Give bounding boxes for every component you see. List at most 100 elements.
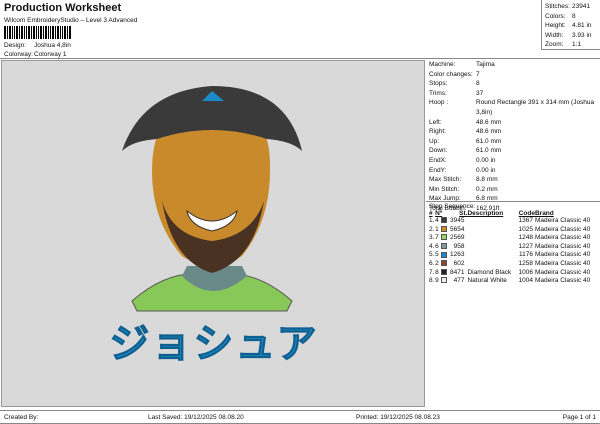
row-stitches: 477 <box>453 277 465 285</box>
info-value: 7 <box>476 70 480 78</box>
design-value: Joshua 4,8in <box>34 42 71 49</box>
row-code: 1227 <box>518 242 533 250</box>
row-no: 1 <box>435 226 448 235</box>
info-row: Down: 61.0 mm <box>429 146 597 156</box>
stop-sequence-table: # Nº St. Description Code Brand 1. 4 3945… <box>429 210 597 286</box>
row-stitches: 1263 <box>450 251 465 259</box>
table-row: 7. 8 8471 Diamond Black 1006 Madeira Classic… <box>429 269 597 278</box>
row-code: 1258 <box>518 259 533 267</box>
needle-number: 9 <box>435 277 439 285</box>
info-label: Max Stitch: <box>429 176 462 184</box>
color-swatch <box>440 268 447 275</box>
row-brand: Madeira Classic 40 <box>534 251 591 259</box>
row-code: 1248 <box>518 234 533 242</box>
info-row: Left: 48.6 mm <box>429 118 597 128</box>
row-no: 9 <box>435 277 448 286</box>
info-value: 61.0 mm <box>476 147 502 155</box>
stat-value: 1:1 <box>572 41 582 48</box>
needle-number: 1 <box>435 225 439 233</box>
row-no: 4 <box>435 217 448 226</box>
stat-label: Height: <box>545 22 566 29</box>
info-value: 0.00 in <box>476 156 496 164</box>
last-saved: Last Saved: 19/12/2025 08.08.20 <box>148 413 244 421</box>
row-description <box>467 260 516 269</box>
info-label: Color changes: <box>429 70 473 78</box>
row-description <box>467 251 516 260</box>
table-row: 2. 1 5654 1025 Madeira Classic 40 <box>429 226 597 235</box>
color-swatch <box>440 260 447 267</box>
row-code: 1006 <box>518 268 533 276</box>
needle-number: 7 <box>435 234 439 242</box>
needle-number: 8 <box>435 268 439 276</box>
table-row: 1. 4 3945 1367 Madeira Classic 40 <box>429 217 597 226</box>
color-swatch <box>440 234 447 241</box>
stat-row: Width: 3.93 in <box>545 31 597 41</box>
row-brand: Madeira Classic 40 <box>534 277 591 285</box>
row-stitches: 8471 <box>450 268 465 276</box>
info-value: 37 <box>476 89 484 97</box>
software-name: Wilcom EmbroideryStudio – Level 3 Advanc… <box>4 17 138 24</box>
footer: Created By: Last Saved: 19/12/2025 08.08… <box>0 410 600 424</box>
info-label: Right: <box>429 128 446 136</box>
row-code: 1176 <box>518 251 533 259</box>
info-label: Stops: <box>429 80 448 88</box>
row-description: Natural White <box>467 277 507 285</box>
table-row: 3. 7 2569 1248 Madeira Classic 40 <box>429 234 597 243</box>
row-brand: Madeira Classic 40 <box>534 242 591 250</box>
row-stitches: 2569 <box>450 234 465 242</box>
row-brand: Madeira Classic 40 <box>534 259 591 267</box>
stat-label: Zoom: <box>545 41 564 48</box>
info-label: Trims: <box>429 89 447 97</box>
row-stitches: 958 <box>453 242 465 250</box>
row-brand: Madeira Classic 40 <box>534 225 591 233</box>
row-code: 1025 <box>518 225 533 233</box>
table-row: 8. 9 477 Natural White 1004 Madeira Classic … <box>429 277 597 286</box>
info-value: Round Rectangle 391 x 314 mm (Joshua 3,8… <box>476 99 595 116</box>
col-stitches: St. <box>459 210 468 217</box>
row-stitches: 602 <box>453 259 465 267</box>
stat-row: Zoom: 1:1 <box>545 40 597 50</box>
row-stitches: 5654 <box>450 225 465 233</box>
stat-row: Stitches: 23941 <box>545 2 597 12</box>
row-brand: Madeira Classic 40 <box>534 217 591 224</box>
row-code: 1367 <box>518 217 533 224</box>
colorway-row: Colorway: Colorway 1 <box>4 51 67 58</box>
info-row: EndY: 0.00 in <box>429 166 597 176</box>
info-label: Down: <box>429 147 448 155</box>
needle-number: 5 <box>435 251 439 259</box>
row-no: 6 <box>435 243 448 252</box>
row-no: 8 <box>435 269 448 278</box>
info-label: Min Stitch: <box>429 185 460 193</box>
design-row: Design: Joshua 4,8in <box>4 42 71 49</box>
info-value: 48.6 mm <box>476 128 502 136</box>
page-number: Page 1 of 1 <box>562 413 596 421</box>
stat-label: Colors: <box>545 12 566 20</box>
row-brand: Madeira Classic 40 <box>534 234 591 242</box>
stats-panel: Stitches: 23941 Colors: 8 Height: 4.81 in Widt… <box>541 0 600 50</box>
design-preview: ジョシュア <box>1 60 425 407</box>
row-no: 7 <box>435 234 448 243</box>
info-row: Hoop : Round Rectangle 391 x 314 mm (Josh… <box>429 98 597 117</box>
info-value: 8 <box>476 80 480 88</box>
stop-sequence-title: Stop Sequence: <box>429 203 476 210</box>
stat-label: Width: <box>545 31 564 39</box>
color-swatch <box>440 217 447 224</box>
table-row: 5. 5 1263 1176 Madeira Classic 40 <box>429 251 597 260</box>
colorway-value: Colorway 1 <box>34 51 67 58</box>
info-row: Up: 61.0 mm <box>429 137 597 147</box>
stat-value: 3.93 in <box>572 31 592 39</box>
info-row: Machine: Tajima <box>429 60 597 70</box>
info-label: EndX: <box>429 156 447 164</box>
row-stitches: 3945 <box>450 217 465 224</box>
stat-row: Height: 4.81 in <box>545 21 597 31</box>
design-lettering: ジョシュア <box>109 321 319 368</box>
row-description: Diamond Black <box>467 268 512 276</box>
row-no: 2 <box>435 260 448 269</box>
row-brand: Madeira Classic 40 <box>534 268 591 276</box>
info-label: Hoop : <box>429 99 449 107</box>
page-title: Production Worksheet <box>4 2 122 14</box>
info-row: Min Stitch: 0.2 mm <box>429 185 597 195</box>
info-label: Up: <box>429 137 440 145</box>
info-value: 0.2 mm <box>476 185 498 193</box>
col-code: Code <box>518 210 535 217</box>
